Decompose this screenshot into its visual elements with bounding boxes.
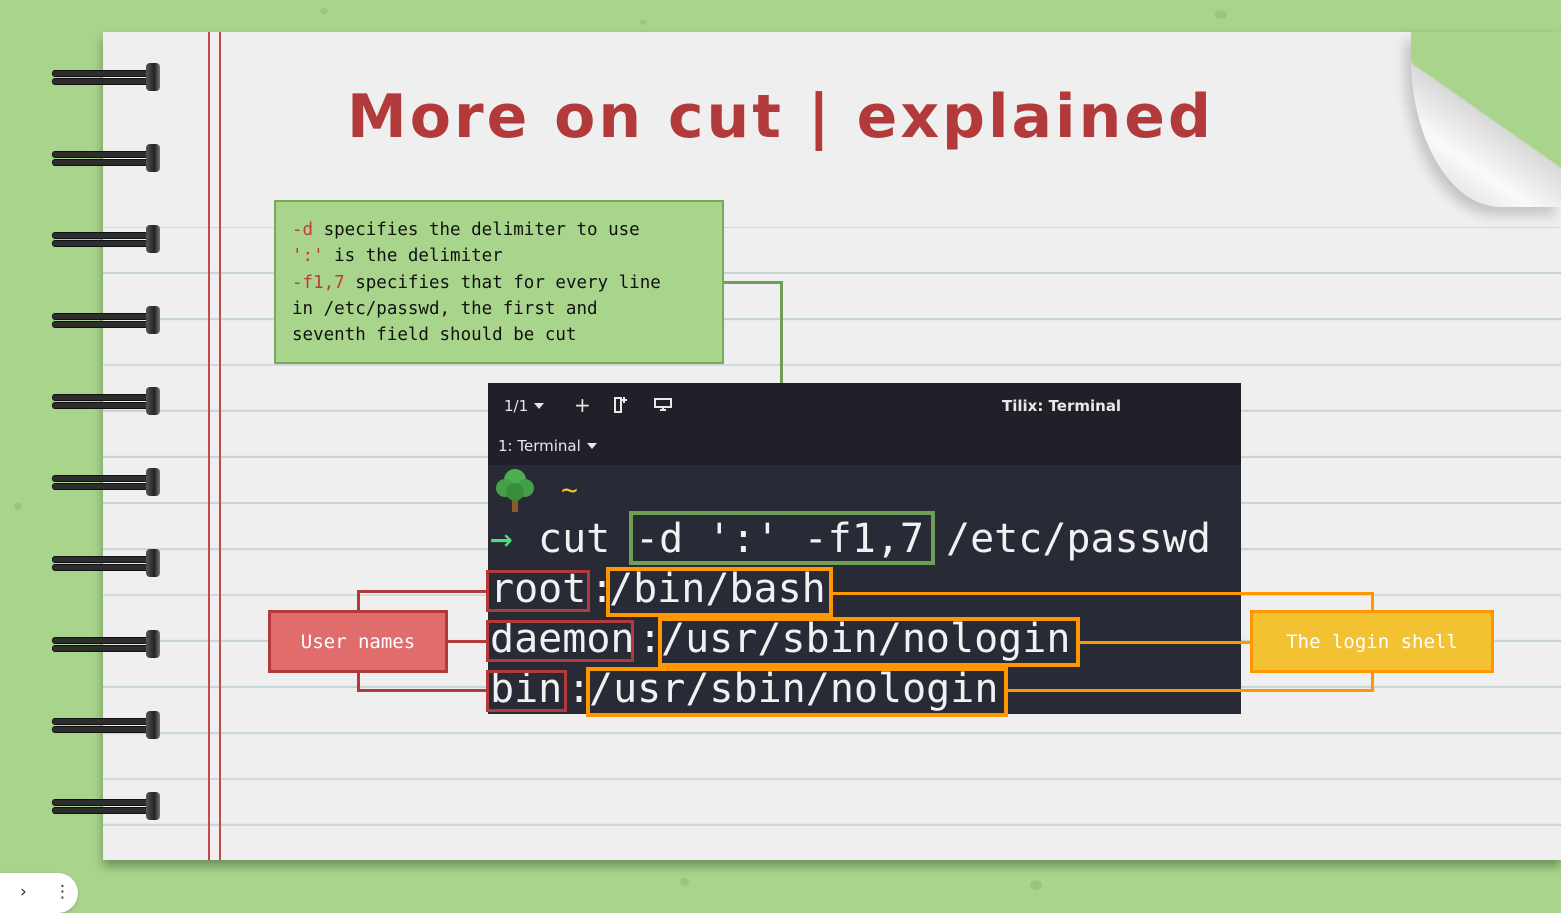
chevron-down-icon (534, 403, 545, 409)
spiral-ring (52, 387, 160, 415)
user-connector (357, 590, 487, 593)
options-highlight (629, 511, 935, 565)
note-connector (724, 281, 783, 284)
terminal-tab[interactable]: 1: Terminal (498, 437, 597, 455)
plus-icon[interactable]: + (574, 393, 591, 417)
user-connector (447, 640, 487, 643)
spiral-ring (52, 306, 160, 334)
note-text: is the delimiter (323, 246, 503, 267)
user-connector (357, 590, 360, 611)
add-terminal-icon[interactable] (613, 396, 629, 418)
spiral-ring (52, 225, 160, 253)
user-names-callout: User names (268, 610, 448, 673)
user-highlight (486, 570, 590, 612)
command-name: cut (538, 516, 611, 562)
background-speck (320, 8, 328, 14)
note-text: specifies the delimiter to use (313, 220, 640, 240)
note-text: seventh field should be cut (292, 325, 577, 346)
shell-highlight (586, 667, 1008, 717)
more-vertical-icon[interactable]: ⋮ (54, 882, 71, 902)
session-switcher[interactable]: 1/1 (504, 397, 545, 415)
note-text: specifies that for every line (344, 272, 661, 293)
spiral-ring (52, 630, 160, 658)
slide-title: More on cut | explained (347, 82, 1214, 152)
spiral-ring (52, 549, 160, 577)
terminal-header (488, 383, 1241, 465)
tab-label: 1: Terminal (498, 437, 581, 455)
shell-highlight (606, 567, 833, 617)
background-speck (14, 503, 22, 510)
tree-icon (494, 466, 536, 514)
login-shell-callout: The login shell (1250, 610, 1494, 673)
chevron-right-icon[interactable]: › (20, 882, 27, 902)
user-highlight (486, 670, 567, 712)
chevron-down-icon (586, 443, 597, 449)
note-flag: -d (292, 220, 314, 240)
user-connector (357, 689, 487, 692)
note-flag: ':' (292, 246, 324, 267)
margin-line (208, 32, 210, 860)
user-highlight (486, 620, 634, 662)
note-text: in /etc/passwd, the first and (292, 298, 598, 319)
spiral-ring (52, 468, 160, 496)
spiral-ring (52, 792, 160, 820)
shell-connector (833, 592, 1374, 595)
slide-controls: › ⋮ (0, 873, 78, 913)
background-speck (680, 878, 689, 886)
spiral-ring (52, 711, 160, 739)
shell-connector (1080, 641, 1251, 644)
background-speck (640, 20, 646, 25)
command-file: /etc/passwd (946, 516, 1211, 562)
note-flag: -f1,7 (292, 272, 345, 293)
prompt-directory: ~ (561, 473, 578, 506)
shell-highlight (658, 617, 1080, 667)
background-speck (1215, 10, 1227, 19)
margin-line (219, 32, 221, 860)
window-title: Tilix: Terminal (1002, 397, 1122, 415)
shell-connector (1371, 592, 1374, 611)
session-counter: 1/1 (504, 397, 529, 415)
prompt-arrow: → (490, 516, 513, 560)
shell-connector (1008, 689, 1374, 692)
background-speck (1030, 880, 1042, 890)
explanation-note: -d specifies the delimiter to use ':' is… (274, 200, 724, 364)
sync-input-icon[interactable] (654, 398, 672, 416)
